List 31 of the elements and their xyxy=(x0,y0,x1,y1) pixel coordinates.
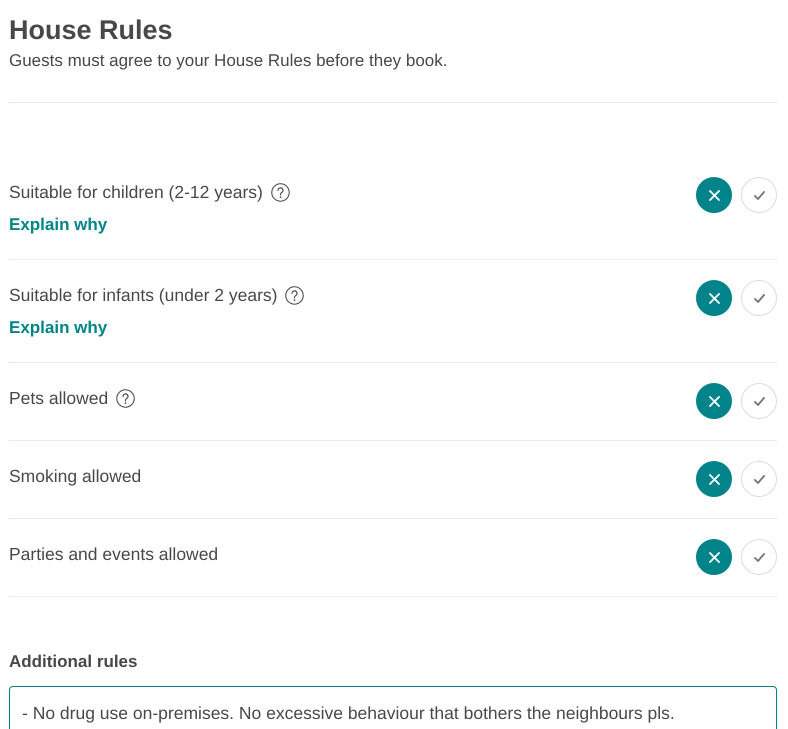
rule-label: Parties and events allowed xyxy=(9,543,218,566)
cross-icon xyxy=(708,190,720,200)
check-icon xyxy=(754,190,764,200)
cross-icon xyxy=(708,396,720,406)
check-icon xyxy=(754,292,764,304)
page-title: House Rules xyxy=(9,14,174,46)
additional-rules-field[interactable]: - No drug use on-premises. No excessive behaviour that bothers the neighbours pls. xyxy=(9,686,777,729)
cross-icon xyxy=(708,552,720,562)
check-icon xyxy=(754,552,764,562)
decline-button[interactable] xyxy=(696,177,732,213)
additional-rules-label: Additional rules xyxy=(9,651,138,673)
rule-label: Pets allowed xyxy=(9,387,108,410)
decline-button[interactable] xyxy=(696,280,732,316)
check-icon xyxy=(754,396,764,406)
accept-button[interactable] xyxy=(741,539,777,575)
page-subtitle: Guests must agree to your House Rules before they book. xyxy=(9,50,448,72)
accept-button[interactable] xyxy=(741,461,777,497)
accept-button[interactable] xyxy=(741,177,777,213)
rule-label: Suitable for infants (under 2 years) xyxy=(9,284,278,307)
decline-button[interactable] xyxy=(696,539,732,575)
cross-icon xyxy=(708,474,720,484)
explain-link[interactable]: Explain why xyxy=(9,316,108,340)
check-icon xyxy=(754,474,764,484)
decline-button[interactable] xyxy=(696,383,732,419)
rule-label: Smoking allowed xyxy=(9,465,142,488)
rule-label: Suitable for children (2-12 years) xyxy=(9,181,263,204)
cross-icon xyxy=(708,292,720,304)
explain-link[interactable]: Explain why xyxy=(9,213,108,237)
decline-button[interactable] xyxy=(696,461,732,497)
accept-button[interactable] xyxy=(741,383,777,419)
accept-button[interactable] xyxy=(741,280,777,316)
